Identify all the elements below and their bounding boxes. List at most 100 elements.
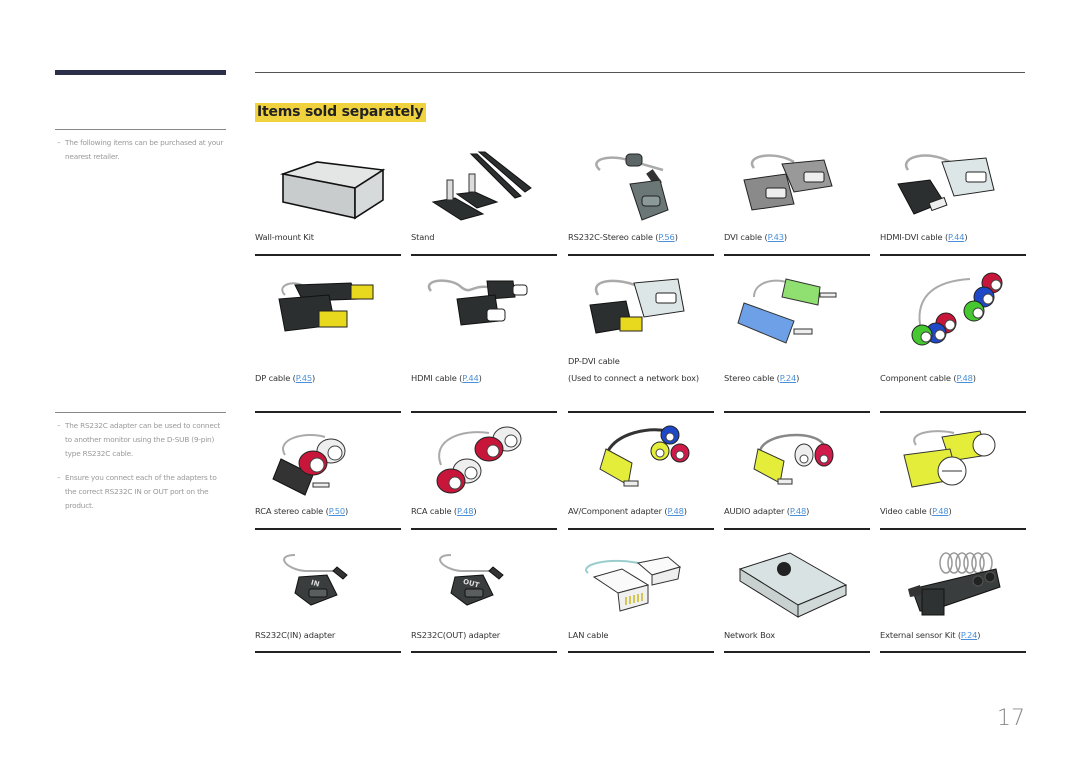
note-dash: – bbox=[57, 421, 61, 430]
page-ref-link[interactable]: P.43 bbox=[768, 232, 784, 242]
av-component-adapter-icon bbox=[599, 425, 690, 487]
stereo-cable-icon bbox=[737, 278, 837, 344]
item-label: HDMI cable (P.44) bbox=[411, 372, 557, 385]
item-name-suffix: ) bbox=[977, 630, 981, 640]
item-rule bbox=[411, 528, 557, 530]
stand-icon bbox=[431, 151, 532, 221]
item-name: Wall-mount Kit bbox=[255, 232, 314, 242]
item-label: Component cable (P.48) bbox=[880, 372, 1026, 385]
item-rule bbox=[568, 254, 714, 256]
item-name-suffix: ) bbox=[683, 506, 687, 516]
section-title-text: Items sold separately bbox=[255, 103, 427, 122]
page-ref-link[interactable]: P.44 bbox=[948, 232, 964, 242]
item-rule bbox=[255, 528, 401, 530]
item-label: RCA cable (P.48) bbox=[411, 505, 557, 518]
item-name: Stereo cable ( bbox=[724, 373, 780, 383]
item-rule bbox=[724, 411, 870, 413]
rs232c-out-adapter-icon: OUT bbox=[439, 554, 504, 606]
item-name: DP-DVI cable bbox=[568, 356, 620, 366]
item-name: DVI cable ( bbox=[724, 232, 768, 242]
page-ref-link[interactable]: P.48 bbox=[667, 506, 683, 516]
item-rule bbox=[568, 411, 714, 413]
page-number: 17 bbox=[997, 706, 1025, 731]
section-title: Items sold separately bbox=[255, 101, 427, 122]
page-ref-link[interactable]: P.24 bbox=[780, 373, 796, 383]
dp-dvi-cable-icon bbox=[589, 278, 685, 334]
page-ref-link[interactable]: P.44 bbox=[462, 373, 478, 383]
item-label: AUDIO adapter (P.48) bbox=[724, 505, 870, 518]
item-label: RS232C(IN) adapter bbox=[255, 629, 401, 642]
item-name: LAN cable bbox=[568, 630, 609, 640]
item-rule bbox=[568, 528, 714, 530]
item-label: HDMI-DVI cable (P.44) bbox=[880, 231, 1026, 244]
item-label: Network Box bbox=[724, 629, 870, 642]
item-name: RCA stereo cable ( bbox=[255, 506, 329, 516]
item-label: DVI cable (P.43) bbox=[724, 231, 870, 244]
note-dash: – bbox=[57, 138, 61, 147]
item-name-suffix: ) bbox=[345, 506, 349, 516]
lan-cable-icon bbox=[585, 556, 682, 612]
rs232c-stereo-cable-icon bbox=[595, 153, 669, 221]
dvi-cable-icon bbox=[743, 154, 833, 211]
item-name-suffix: ) bbox=[783, 232, 787, 242]
item-rule bbox=[255, 254, 401, 256]
item-name: Stand bbox=[411, 232, 435, 242]
item-rule bbox=[880, 528, 1026, 530]
item-name: RCA cable ( bbox=[411, 506, 458, 516]
item-name-suffix: ) bbox=[964, 232, 968, 242]
item-label: DP-DVI cable (Used to connect a network b… bbox=[568, 355, 714, 385]
page-ref-link[interactable]: P.48 bbox=[956, 373, 972, 383]
video-cable-icon bbox=[903, 430, 996, 488]
item-name: HDMI-DVI cable ( bbox=[880, 232, 949, 242]
page-ref-link[interactable]: P.48 bbox=[457, 506, 473, 516]
page-ref-link[interactable]: P.48 bbox=[932, 506, 948, 516]
item-label: RS232C-Stereo cable (P.56) bbox=[568, 231, 714, 244]
item-name: DP cable ( bbox=[255, 373, 296, 383]
sidebar-note: – The RS232C adapter can be used to conn… bbox=[57, 419, 225, 461]
external-sensor-kit-icon bbox=[908, 552, 1001, 616]
component-cable-icon bbox=[911, 272, 1003, 346]
item-rule bbox=[255, 411, 401, 413]
item-name: Component cable ( bbox=[880, 373, 957, 383]
item-label: RS232C(OUT) adapter bbox=[411, 629, 557, 642]
item-name-suffix: ) bbox=[478, 373, 482, 383]
header-rule bbox=[255, 72, 1025, 73]
item-name-suffix: ) bbox=[972, 373, 976, 383]
dp-cable-icon bbox=[278, 282, 374, 332]
item-label: External sensor Kit (P.24) bbox=[880, 629, 1026, 642]
item-name: External sensor Kit ( bbox=[880, 630, 961, 640]
page-ref-link[interactable]: P.45 bbox=[296, 373, 312, 383]
page-ref-link[interactable]: P.48 bbox=[790, 506, 806, 516]
page-ref-link[interactable]: P.56 bbox=[658, 232, 674, 242]
header-bar bbox=[55, 70, 226, 75]
note-text: The RS232C adapter can be used to connec… bbox=[65, 421, 221, 458]
item-label: LAN cable bbox=[568, 629, 714, 642]
item-label: Stereo cable (P.24) bbox=[724, 372, 870, 385]
sidebar-note: – The following items can be purchased a… bbox=[57, 136, 225, 164]
rs232c-in-adapter-icon: IN bbox=[283, 554, 348, 606]
note-text: The following items can be purchased at … bbox=[65, 138, 224, 161]
note-text: Ensure you connect each of the adapters … bbox=[65, 473, 217, 510]
page-ref-link[interactable]: P.24 bbox=[961, 630, 977, 640]
item-label: DP cable (P.45) bbox=[255, 372, 401, 385]
rca-cable-icon bbox=[436, 426, 522, 494]
hdmi-dvi-cable-icon bbox=[897, 154, 995, 215]
item-name: RS232C(IN) adapter bbox=[255, 630, 336, 640]
item-rule bbox=[724, 254, 870, 256]
item-rule bbox=[724, 651, 870, 653]
page-ref-link[interactable]: P.50 bbox=[329, 506, 345, 516]
item-name-suffix: ) bbox=[796, 373, 800, 383]
network-box-icon bbox=[738, 552, 848, 618]
item-name-suffix: ) bbox=[674, 232, 678, 242]
item-name: RS232C(OUT) adapter bbox=[411, 630, 501, 640]
audio-adapter-icon bbox=[753, 433, 834, 485]
item-rule bbox=[724, 528, 870, 530]
item-name: Video cable ( bbox=[880, 506, 933, 516]
note-dash: – bbox=[57, 473, 61, 482]
rca-stereo-cable-icon bbox=[272, 434, 346, 496]
item-label: Video cable (P.48) bbox=[880, 505, 1026, 518]
item-name-suffix: ) bbox=[806, 506, 810, 516]
item-label: RCA stereo cable (P.50) bbox=[255, 505, 401, 518]
item-rule bbox=[568, 651, 714, 653]
hdmi-cable-icon bbox=[427, 279, 528, 326]
